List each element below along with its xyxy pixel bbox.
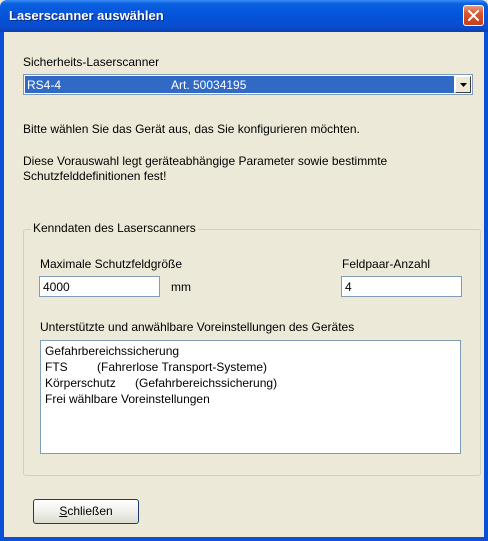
preset-name: Gefahrbereichssicherung xyxy=(45,344,180,358)
window-frame-left xyxy=(0,32,4,541)
group-title: Kenndaten des Laserscanners xyxy=(31,221,198,235)
list-item[interactable]: FTS (Fahrerlose Transport-Systeme) xyxy=(45,359,456,375)
preset-description: (Gefahrbereichssicherung) xyxy=(135,376,278,390)
preset-description: (Fahrerlose Transport-Systeme) xyxy=(97,360,268,374)
window-title: Laserscanner auswählen xyxy=(9,8,164,23)
max-field-label: Maximale Schutzfeldgröße xyxy=(40,257,183,271)
instruction-text: Bitte wählen Sie das Gerät aus, das Sie … xyxy=(23,122,360,136)
title-bar[interactable]: Laserscanner auswählen xyxy=(0,0,488,32)
window-frame-bottom xyxy=(0,537,488,541)
max-field-input[interactable] xyxy=(39,276,160,297)
window-frame-right xyxy=(484,32,488,541)
dropdown-button[interactable] xyxy=(455,76,471,93)
preset-name: Frei wählbare Voreinstellungen xyxy=(45,392,210,406)
close-button-label: chließen xyxy=(67,504,113,518)
preselection-note-line2: Schutzfelddefinitionen fest! xyxy=(23,169,167,183)
list-item[interactable]: Gefahrbereichssicherung xyxy=(45,343,456,359)
scanner-article-number: Art. 50034195 xyxy=(171,78,247,92)
pair-count-input[interactable] xyxy=(341,276,462,297)
list-item[interactable]: Frei wählbare Voreinstellungen xyxy=(45,391,456,407)
presets-label: Unterstützte und anwählbare Voreinstellu… xyxy=(40,320,355,334)
presets-list[interactable]: Gefahrbereichssicherung FTS (Fahrerlose … xyxy=(40,340,461,454)
scanner-select[interactable]: RS4-4 Art. 50034195 xyxy=(23,74,473,95)
scanner-selected-value: RS4-4 Art. 50034195 xyxy=(25,76,454,93)
window-close-button[interactable] xyxy=(463,5,484,26)
scanner-name: RS4-4 xyxy=(27,78,62,92)
chevron-down-icon xyxy=(460,83,467,87)
max-field-unit: mm xyxy=(171,280,191,294)
preset-name: FTS xyxy=(45,360,68,374)
pair-count-label: Feldpaar-Anzahl xyxy=(342,257,431,271)
list-item[interactable]: Körperschutz (Gefahrbereichssicherung) xyxy=(45,375,456,391)
dialog-window: Laserscanner auswählen Sicherheits-Laser… xyxy=(0,0,488,541)
preset-name: Körperschutz xyxy=(45,376,116,390)
preselection-note-line1: Diese Vorauswahl legt geräteabhängige Pa… xyxy=(23,154,388,168)
close-icon xyxy=(468,10,479,21)
close-button[interactable]: Schließen xyxy=(33,499,139,524)
scanner-label: Sicherheits-Laserscanner xyxy=(23,55,160,69)
